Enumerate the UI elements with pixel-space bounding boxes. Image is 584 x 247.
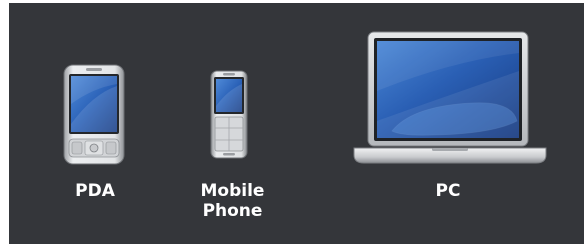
mobile-phone-label-line-2: Phone [202, 201, 263, 221]
pda-label: PDA [75, 181, 115, 201]
mobile-phone-icon [210, 70, 256, 160]
pda-icon [63, 64, 125, 165]
pc-label: PC [435, 181, 461, 201]
laptop-icon [352, 31, 548, 167]
mobile-phone-label-line-1: Mobile [200, 181, 265, 201]
mobile-phone-label: Mobile Phone [190, 181, 275, 221]
